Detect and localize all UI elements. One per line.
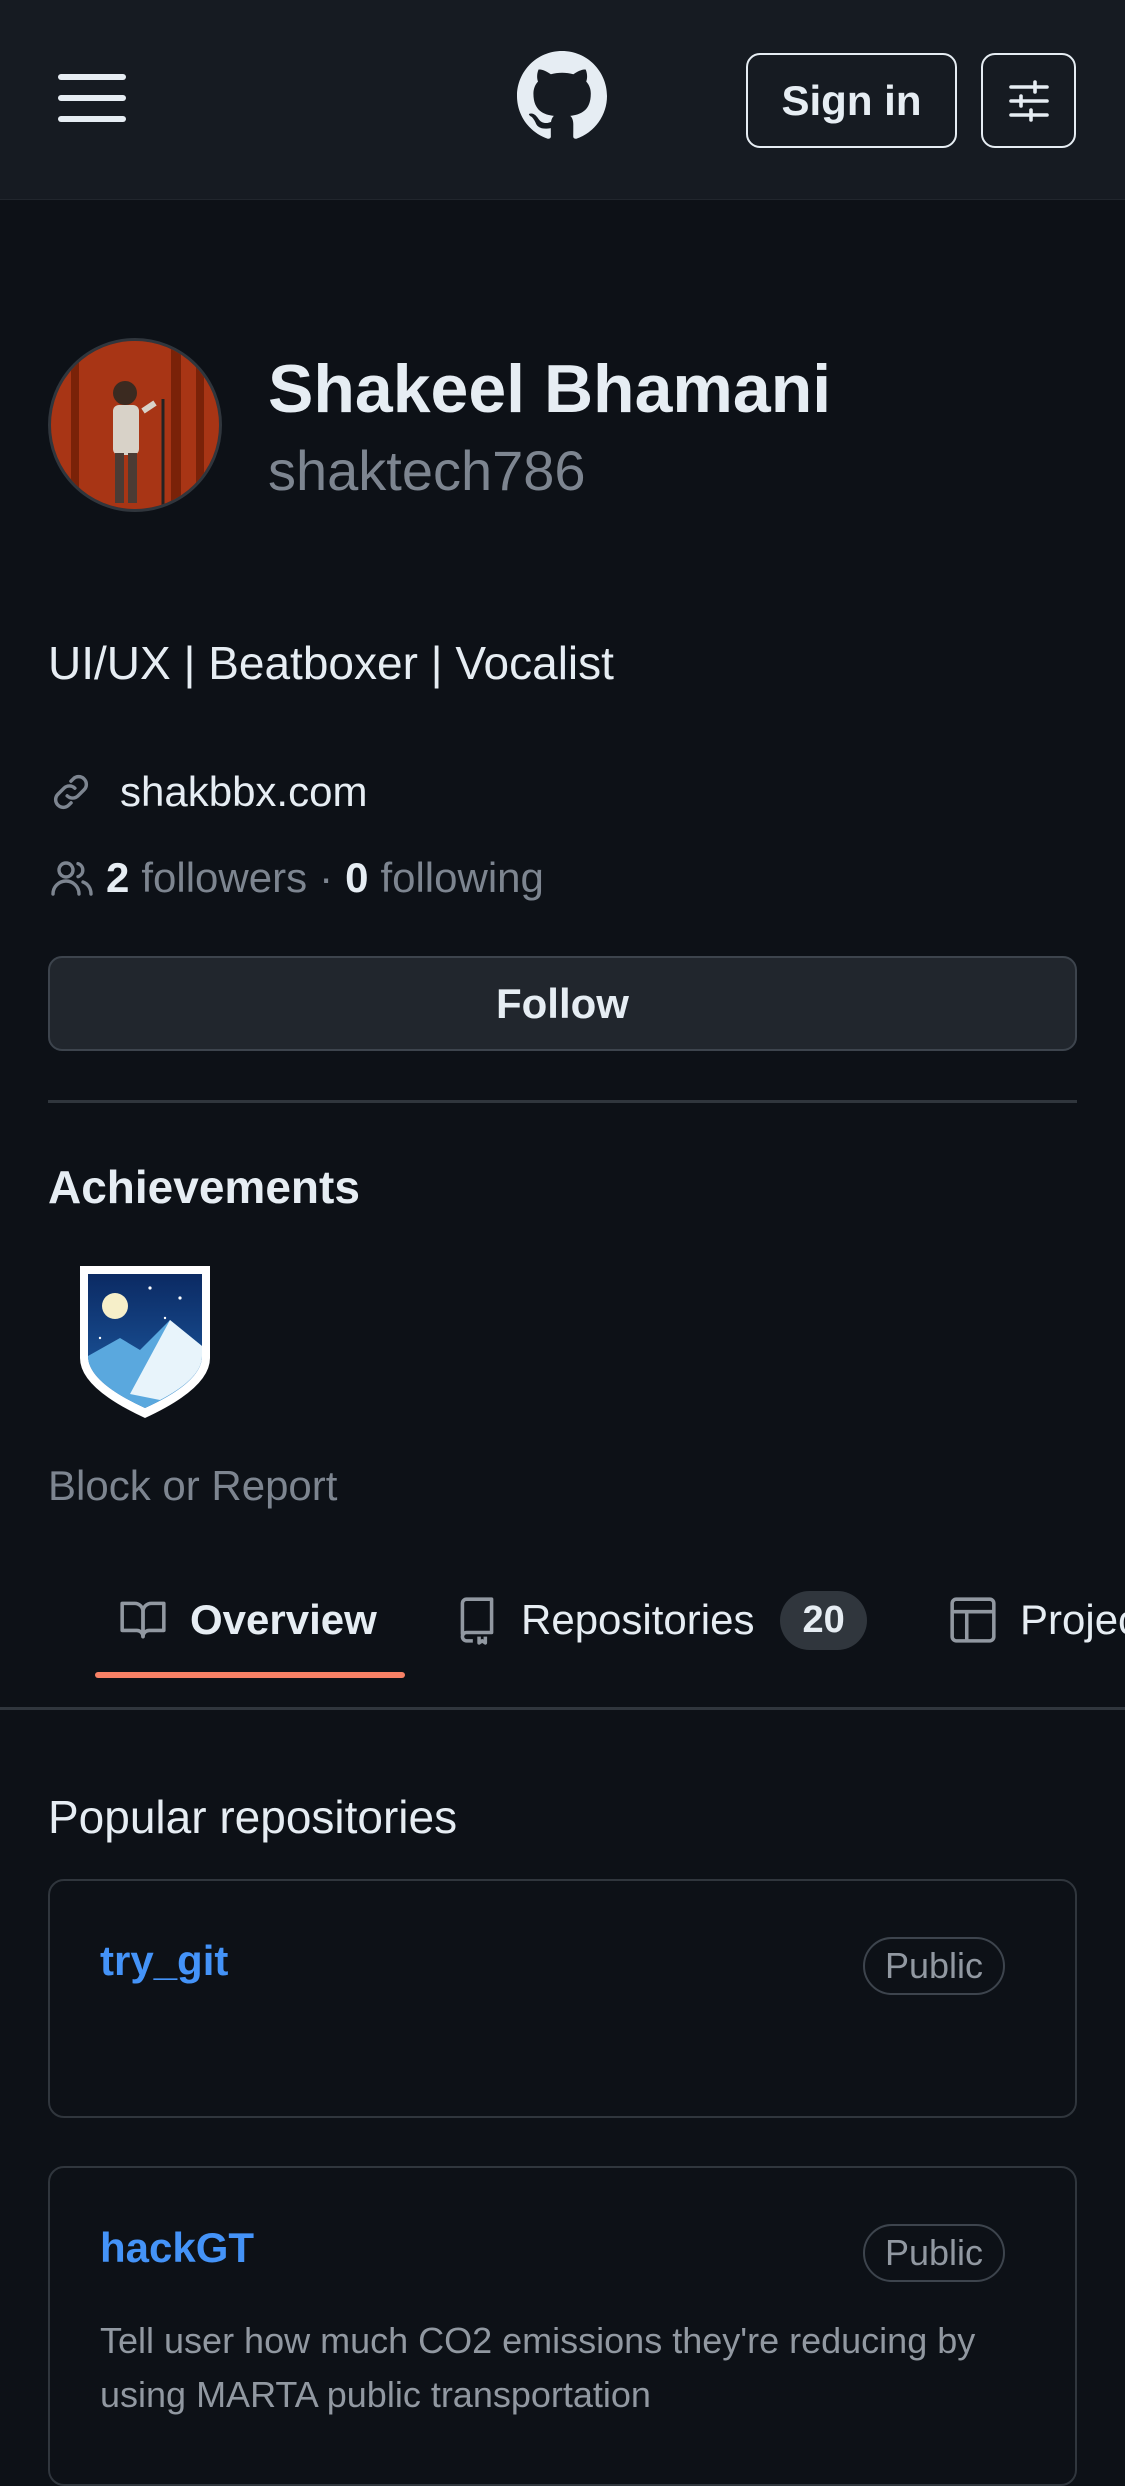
repo-name-link[interactable]: hackGT [100, 2224, 254, 2272]
website-text[interactable]: shakbbx.com [120, 768, 367, 816]
repo-name-link[interactable]: try_git [100, 1937, 228, 1985]
repositories-count-badge: 20 [780, 1590, 867, 1650]
arctic-code-vault-badge-icon[interactable] [70, 1258, 220, 1426]
sign-in-button[interactable]: Sign in [746, 53, 957, 148]
visibility-badge: Public [862, 2224, 1005, 2282]
followers-count[interactable]: 2 [106, 854, 129, 902]
profile-username: shaktech786 [268, 439, 586, 502]
achievements-heading: Achievements [48, 1161, 360, 1213]
visibility-badge: Public [862, 1937, 1005, 1995]
profile-bio: UI/UX | Beatboxer | Vocalist [48, 637, 614, 689]
repo-card: try_git Public [48, 1879, 1077, 2118]
tab-repositories-label: Repositories [521, 1596, 755, 1643]
separator-dot: · [319, 854, 334, 901]
followers-row: 2 followers · 0 following [48, 848, 544, 908]
top-header: Sign in [0, 0, 1125, 200]
follow-button[interactable]: Follow [48, 956, 1077, 1051]
repo-icon [460, 1597, 494, 1645]
tab-overview-label: Overview [190, 1596, 377, 1643]
active-tab-indicator [95, 1672, 405, 1678]
repo-card: hackGT Public Tell user how much CO2 emi… [48, 2166, 1077, 2486]
table-icon [950, 1597, 996, 1643]
following-count[interactable]: 0 [345, 854, 368, 902]
avatar-photo [51, 341, 219, 509]
tab-overview[interactable]: Overview [118, 1580, 377, 1660]
following-label[interactable]: following [380, 854, 543, 902]
tab-projects[interactable]: Projects [948, 1580, 1125, 1660]
book-icon [120, 1601, 166, 1639]
people-icon [51, 861, 93, 896]
link-icon [53, 774, 89, 810]
profile-tabs: Overview Repositories 20 Projects [0, 1540, 1125, 1710]
tab-repositories[interactable]: Repositories 20 [455, 1580, 867, 1660]
repo-description: Tell user how much CO2 emissions they're… [100, 2320, 976, 2415]
avatar[interactable] [48, 338, 222, 512]
github-logo-icon[interactable] [517, 51, 607, 141]
website-link[interactable]: shakbbx.com [48, 762, 367, 822]
popular-repositories-heading: Popular repositories [48, 1791, 458, 1843]
hamburger-menu-icon[interactable] [58, 74, 128, 122]
sliders-icon [1008, 79, 1049, 122]
profile-name: Shakeel Bhamani [268, 351, 832, 427]
followers-label[interactable]: followers [141, 854, 307, 902]
settings-button[interactable] [981, 53, 1076, 148]
block-or-report-link[interactable]: Block or Report [48, 1462, 337, 1510]
tab-projects-label: Projects [1020, 1596, 1125, 1643]
section-divider [48, 1100, 1077, 1103]
